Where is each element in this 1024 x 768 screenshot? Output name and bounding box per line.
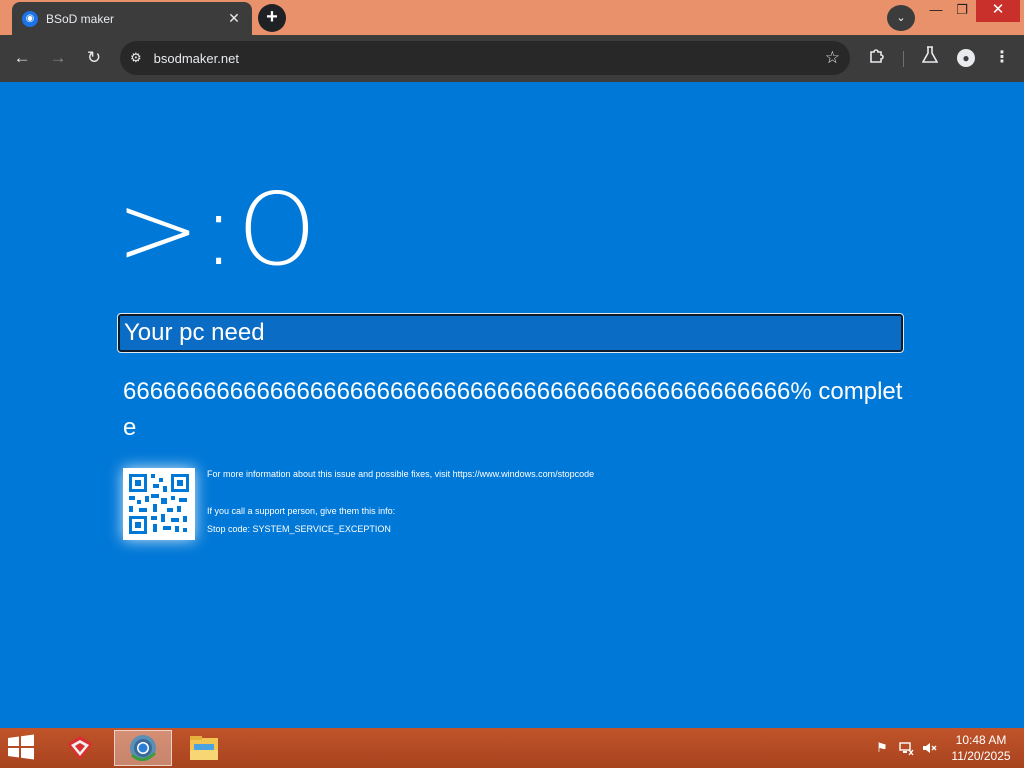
maximize-button[interactable]: ❐ — [948, 0, 976, 22]
reload-button[interactable]: ↻ — [82, 46, 106, 70]
volume-muted-icon[interactable] — [921, 740, 937, 756]
taskbar: ⚑ 10:48 AM 11/20/2025 — [0, 728, 1024, 768]
info-stop-code: Stop code: SYSTEM_SERVICE_EXCEPTION — [207, 524, 391, 534]
qr-code-icon — [123, 468, 195, 540]
bsod-screen: >:O 666666666666666666666666666666666666… — [0, 82, 1024, 728]
sound-wave-icon: ◉ — [22, 10, 38, 27]
system-clock[interactable]: 10:48 AM 11/20/2025 — [948, 732, 1014, 764]
profile-avatar-icon[interactable]: ● — [954, 46, 978, 70]
close-icon[interactable]: ✕ — [226, 10, 242, 27]
labs-flask-icon[interactable] — [918, 46, 942, 70]
new-tab-button[interactable]: + — [258, 4, 286, 32]
chrome-icon[interactable] — [114, 730, 172, 766]
back-button[interactable]: ← — [10, 46, 34, 70]
toolbar-divider — [903, 51, 904, 67]
forward-button[interactable]: → — [46, 46, 70, 70]
clock-date: 11/20/2025 — [951, 749, 1011, 763]
info-more-text: For more information about this issue an… — [207, 469, 595, 479]
paint-app-icon[interactable] — [52, 730, 108, 766]
network-icon[interactable] — [898, 740, 914, 756]
file-explorer-icon[interactable] — [176, 730, 232, 766]
sad-face: >:O — [116, 171, 319, 288]
info-support-text: If you call a support person, give them … — [207, 506, 396, 516]
url-text[interactable]: bsodmaker.net — [154, 51, 825, 66]
action-center-flag-icon[interactable]: ⚑ — [874, 740, 890, 756]
browser-toolbar: ← → ↻ ⚙ bsodmaker.net ☆ ● ⋮ — [0, 35, 1024, 82]
bookmark-star-icon[interactable]: ☆ — [825, 48, 840, 68]
clock-time: 10:48 AM — [955, 733, 1007, 747]
browser-titlebar: ◉ BSoD maker ✕ + ⌄ — ❐ ✕ — [0, 0, 1024, 35]
message-input[interactable] — [117, 313, 904, 353]
windows-start-icon[interactable] — [6, 734, 40, 764]
site-info-icon[interactable]: ⚙ — [130, 50, 142, 66]
tab-title: BSoD maker — [46, 11, 115, 26]
minimize-button[interactable]: — — [922, 0, 950, 22]
close-window-button[interactable]: ✕ — [976, 0, 1020, 22]
progress-text: 6666666666666666666666666666666666666666… — [123, 378, 903, 441]
more-menu-icon[interactable]: ⋮ — [990, 46, 1014, 70]
address-bar[interactable]: ⚙ bsodmaker.net ☆ — [120, 41, 850, 75]
extensions-icon[interactable] — [865, 46, 889, 70]
tab-search-button[interactable]: ⌄ — [887, 5, 915, 31]
tab-bsod-maker[interactable]: ◉ BSoD maker ✕ — [12, 2, 252, 35]
